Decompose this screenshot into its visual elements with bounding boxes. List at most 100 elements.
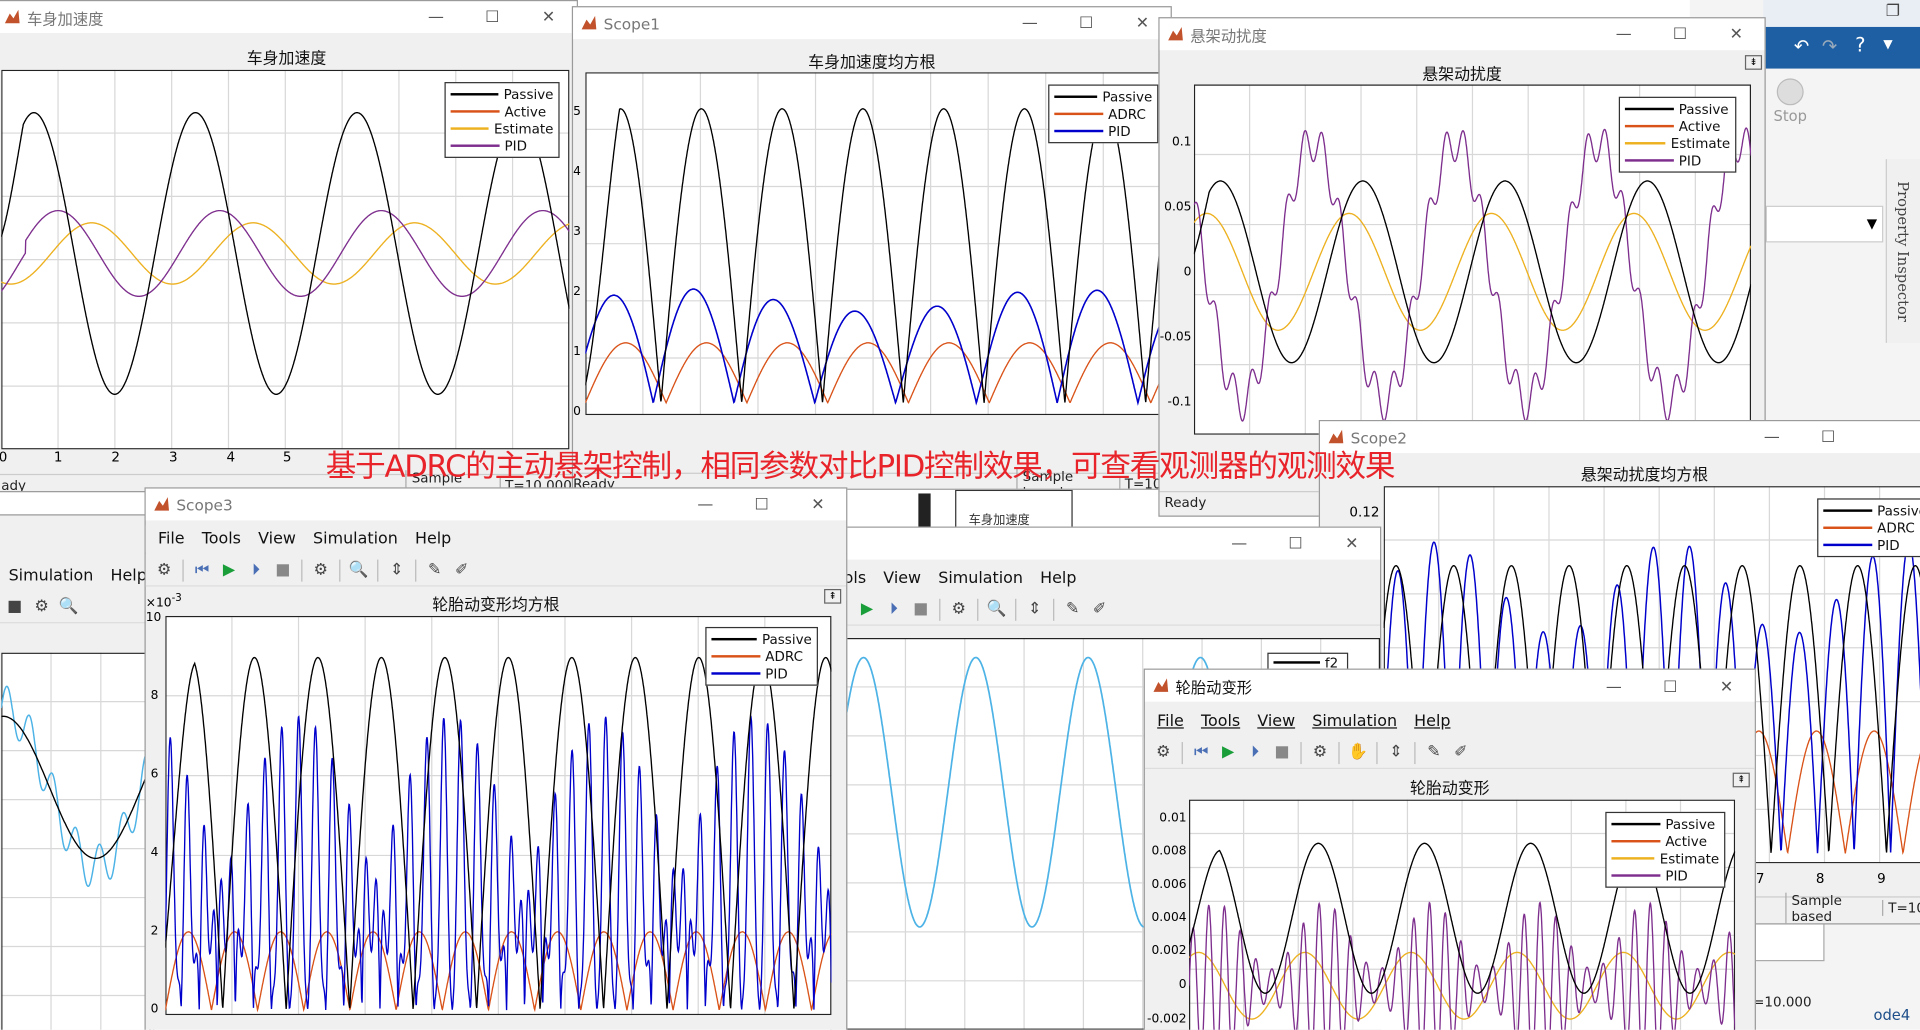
- measure-icon[interactable]: ✐: [1447, 740, 1474, 764]
- legend[interactable]: Passive Active Estimate PID: [1618, 96, 1737, 173]
- stop-icon[interactable]: ■: [907, 597, 934, 621]
- pan-icon[interactable]: ✋: [1345, 740, 1372, 764]
- maximize-button[interactable]: ☐: [1642, 671, 1698, 703]
- legend[interactable]: Passive Active Estimate PID: [1605, 811, 1726, 888]
- maximize-button[interactable]: ☐: [1652, 18, 1708, 50]
- stop-icon[interactable]: ■: [1269, 740, 1296, 764]
- settings-icon[interactable]: ⚙: [151, 558, 178, 582]
- chart-title: 轮胎动变形均方根: [432, 596, 560, 615]
- zoom-icon[interactable]: 🔍: [345, 558, 372, 582]
- menu-help[interactable]: Help: [111, 566, 147, 584]
- menu-file[interactable]: File: [158, 530, 185, 548]
- step-forward-icon[interactable]: ⏵: [1242, 740, 1269, 764]
- measure-icon[interactable]: ✐: [1086, 597, 1113, 621]
- highlight-icon[interactable]: ⚙: [307, 558, 334, 582]
- status-sample: Sample based: [1785, 892, 1882, 924]
- menu-bar: File Tools View Simulation Help: [145, 525, 847, 553]
- tick-label: 0: [0, 449, 7, 465]
- minimize-button[interactable]: —: [1744, 421, 1800, 453]
- close-button[interactable]: ✕: [1324, 528, 1380, 560]
- restore-icon[interactable]: ❐: [1886, 2, 1900, 20]
- maximize-button[interactable]: ☐: [1800, 421, 1856, 453]
- measure-icon[interactable]: ✐: [448, 558, 475, 582]
- tick-label: 5: [573, 105, 581, 119]
- step-back-icon[interactable]: ⏮: [1188, 740, 1215, 764]
- highlight-icon[interactable]: ⚙: [28, 594, 55, 618]
- toolbar: ⚙ ⏮ ▶ ⏵ ■ ⚙ 🔍 ⇕ ✎ ✐: [145, 554, 847, 587]
- redo-icon[interactable]: ↷: [1822, 36, 1837, 58]
- stop-icon[interactable]: ■: [269, 558, 296, 582]
- style-icon[interactable]: ✎: [421, 558, 448, 582]
- minimize-button[interactable]: —: [408, 1, 464, 33]
- grid: [1, 652, 151, 1030]
- menu-simulation[interactable]: Simulation: [313, 530, 398, 548]
- style-icon[interactable]: ✎: [1420, 740, 1447, 764]
- legend-item: Passive: [1665, 816, 1716, 833]
- model-dropdown[interactable]: ▼: [1765, 205, 1884, 243]
- step-forward-icon[interactable]: ⏵: [880, 597, 907, 621]
- tick-label: 6: [150, 767, 159, 782]
- close-button[interactable]: ✕: [520, 1, 576, 33]
- style-icon[interactable]: ✎: [1059, 597, 1086, 621]
- tick-label: 0.006: [1151, 877, 1187, 892]
- legend[interactable]: Passive ADRC PID: [1048, 84, 1159, 144]
- fit-icon[interactable]: ⇕: [1021, 597, 1048, 621]
- legend-item: Active: [504, 103, 547, 120]
- maximize-button[interactable]: ☐: [1267, 528, 1323, 560]
- maximize-button[interactable]: ☐: [464, 1, 520, 33]
- fit-icon[interactable]: ⇕: [383, 558, 410, 582]
- menu-tools[interactable]: Tools: [1201, 712, 1240, 730]
- run-icon[interactable]: ▶: [853, 597, 880, 621]
- menu-simulation[interactable]: Simulation: [9, 566, 94, 584]
- undo-icon[interactable]: ↶: [1794, 36, 1809, 58]
- menu-view[interactable]: View: [258, 530, 296, 548]
- maximize-button[interactable]: ☐: [1058, 7, 1114, 39]
- zoom-icon[interactable]: 🔍: [55, 594, 82, 618]
- zoom-icon[interactable]: 🔍: [983, 597, 1010, 621]
- legend-item: PID: [1877, 536, 1900, 553]
- scope-window-scope3: Scope3 — ☐ ✕ File Tools View Simulation He…: [144, 487, 848, 1030]
- vehicle-acc-block[interactable]: 车身加速度: [955, 489, 1073, 529]
- step-forward-icon[interactable]: ⏵: [242, 558, 269, 582]
- chevron-down-icon[interactable]: ▼: [1883, 38, 1892, 51]
- help-icon[interactable]: ?: [1855, 33, 1865, 56]
- menu-file[interactable]: File: [1157, 712, 1184, 730]
- highlight-icon[interactable]: ⚙: [945, 597, 972, 621]
- menu-view[interactable]: View: [883, 569, 921, 587]
- highlight-icon[interactable]: ⚙: [1307, 740, 1334, 764]
- tick-label: 0.05: [1164, 200, 1192, 215]
- legend[interactable]: Passive Active Estimate PID: [444, 82, 560, 158]
- menu-help[interactable]: Help: [1414, 712, 1450, 730]
- legend-item: Passive: [1678, 101, 1729, 117]
- menu-tools[interactable]: Tools: [202, 530, 241, 548]
- legend[interactable]: Passive ADRC PID: [1817, 498, 1920, 558]
- stop-icon[interactable]: ■: [1, 594, 28, 618]
- close-button[interactable]: ✕: [1708, 18, 1764, 50]
- chart-title: 悬架动扰度: [1422, 66, 1502, 85]
- minimize-button[interactable]: —: [1002, 7, 1058, 39]
- property-inspector-tab[interactable]: Property Inspector: [1885, 159, 1920, 343]
- menu-help[interactable]: Help: [1040, 569, 1076, 587]
- step-back-icon[interactable]: ⏮: [189, 558, 216, 582]
- stop-button[interactable]: Stop: [1766, 76, 1815, 140]
- legend[interactable]: Passive ADRC PID: [705, 626, 818, 686]
- menu-simulation[interactable]: Simulation: [938, 569, 1023, 587]
- close-button[interactable]: ✕: [1698, 671, 1754, 703]
- run-icon[interactable]: ▶: [1215, 740, 1242, 764]
- menu-help[interactable]: Help: [415, 530, 451, 548]
- tick-label: 0.12: [1349, 504, 1380, 521]
- run-icon[interactable]: ▶: [216, 558, 243, 582]
- chart-title: 悬架动扰度均方根: [1580, 466, 1709, 485]
- fit-icon[interactable]: ⇕: [1382, 740, 1409, 764]
- minimize-button[interactable]: —: [1586, 671, 1642, 703]
- menu-view[interactable]: View: [1257, 712, 1295, 730]
- close-button[interactable]: ✕: [790, 489, 846, 521]
- settings-icon[interactable]: ⚙: [1150, 740, 1177, 764]
- dock-icon[interactable]: ⇞: [824, 588, 842, 604]
- legend-item: PID: [1665, 867, 1688, 884]
- minimize-button[interactable]: —: [1211, 528, 1267, 560]
- menu-simulation[interactable]: Simulation: [1312, 712, 1397, 730]
- maximize-button[interactable]: ☐: [733, 489, 789, 521]
- minimize-button[interactable]: —: [1596, 18, 1652, 50]
- minimize-button[interactable]: —: [677, 489, 733, 521]
